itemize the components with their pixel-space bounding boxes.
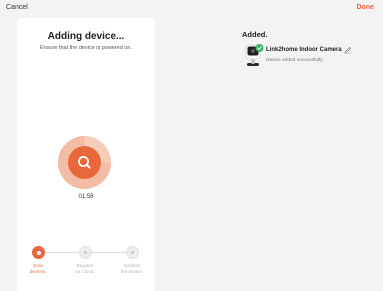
search-icon — [78, 156, 91, 169]
step-scan-dot — [32, 246, 45, 259]
cancel-button[interactable]: Cancel — [6, 4, 28, 11]
done-button[interactable]: Done — [357, 4, 375, 11]
step-connector — [92, 252, 129, 253]
step-register-dot — [79, 246, 92, 259]
scan-progress-indicator — [58, 136, 111, 189]
step-connector — [45, 252, 82, 253]
added-device-item[interactable]: Link2home Indoor Camera Device added suc… — [243, 42, 373, 68]
added-heading: Added. — [242, 30, 268, 39]
step-initialize-dot — [126, 246, 139, 259]
adding-progress-card: Adding device... Ensure that the device … — [17, 18, 155, 291]
step-initialize-label: Initialize the device. — [120, 263, 144, 274]
pencil-icon[interactable] — [344, 46, 352, 54]
countdown-timer: 01:58 — [78, 194, 94, 200]
adding-title: Adding device... — [47, 31, 125, 42]
adding-subtitle: Ensure that the device is powered on. — [39, 45, 133, 51]
device-status: Device added successfully — [266, 58, 323, 63]
device-name: Link2home Indoor Camera — [266, 47, 342, 53]
camera-icon — [245, 44, 264, 66]
progress-steps: Scan devices. Register on Cloud. Initial… — [17, 246, 155, 286]
step-register-label: Register on Cloud. — [75, 263, 95, 274]
step-scan-label: Scan devices. — [29, 263, 47, 274]
add-device-screen: Cancel Done Adding device... Ensure that… — [0, 0, 383, 291]
